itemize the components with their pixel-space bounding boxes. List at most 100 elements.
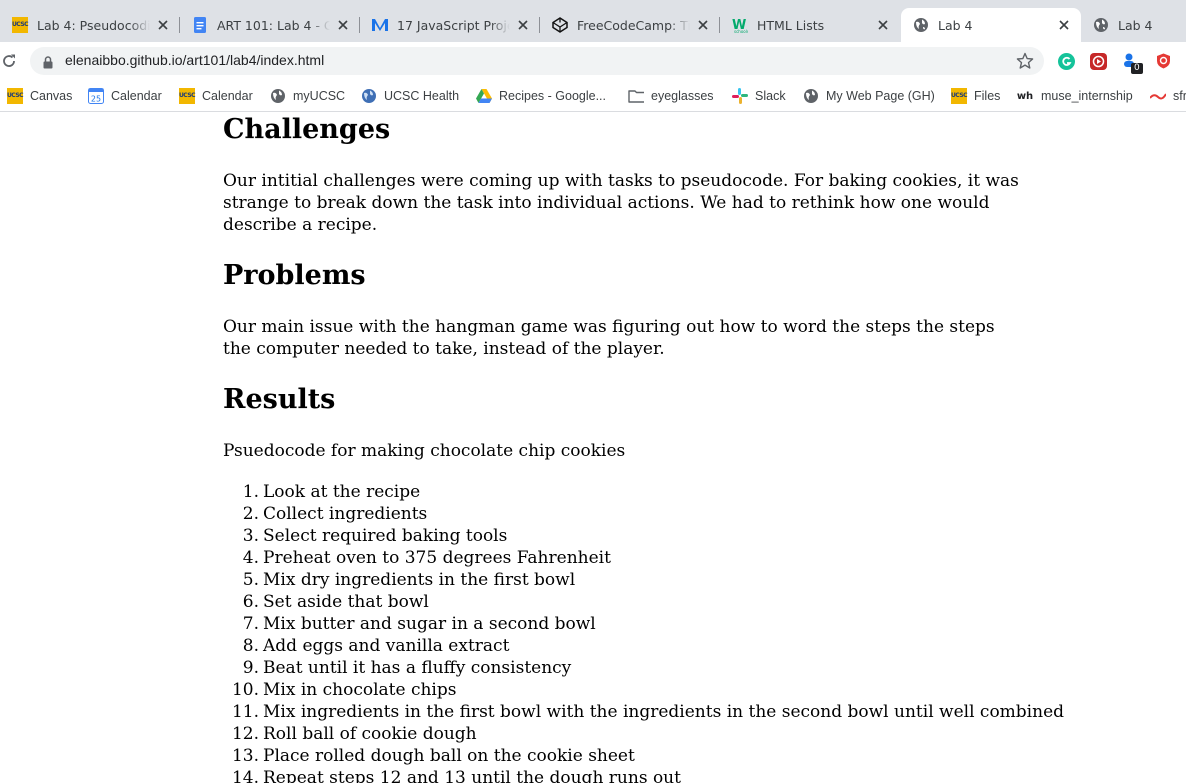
globe-icon <box>361 88 377 104</box>
bookmark-canvas[interactable]: UCSC Canvas <box>7 84 72 108</box>
globe-icon <box>803 88 819 104</box>
list-item-number: 3. <box>242 526 259 546</box>
list-item-text: Look at the recipe <box>263 482 421 502</box>
bookmark-slack[interactable]: Slack <box>732 84 786 108</box>
close-icon[interactable] <box>516 18 530 32</box>
tab-google-docs[interactable]: ART 101: Lab 4 - Google Docs <box>180 8 360 42</box>
svg-text:schools: schools <box>734 29 748 33</box>
bookmark-label: UCSC Health <box>384 89 460 103</box>
list-item-number: 10. <box>231 680 259 700</box>
bookmark-star-icon[interactable] <box>1016 52 1034 74</box>
grammarly-icon[interactable] <box>1058 53 1075 74</box>
close-icon[interactable] <box>876 18 890 32</box>
ucsc-icon: UCSC <box>951 88 968 104</box>
bookmark-label: myUCSC <box>293 89 346 103</box>
list-item-number: 8. <box>242 636 259 656</box>
list-item-text: Set aside that bowl <box>263 592 429 612</box>
list-item-text: Mix dry ingredients in the first bowl <box>263 570 576 590</box>
ucsc-icon: UCSC <box>12 17 29 33</box>
list-item-text: Mix in chocolate chips <box>263 680 457 700</box>
bookmark-label: Recipes - Google... <box>499 89 606 103</box>
globe-icon <box>270 88 286 104</box>
challenges-paragraph: Our intitial challenges were coming up w… <box>223 171 1019 235</box>
extension-red-play-icon[interactable] <box>1090 53 1107 74</box>
bookmark-label: muse_internship <box>1041 89 1133 103</box>
bookmark-my-web-page[interactable]: My Web Page (GH) <box>803 84 935 108</box>
list-item-text: Roll ball of cookie dough <box>263 724 477 744</box>
tab-html-lists[interactable]: Wschools HTML Lists <box>720 8 900 42</box>
ucsc-icon: UCSC <box>179 88 196 104</box>
list-item-number: 7. <box>242 614 259 634</box>
bookmark-sfr[interactable]: sfr <box>1150 84 1186 108</box>
problems-heading: Problems <box>223 260 366 291</box>
tab-lab4[interactable]: Lab 4 <box>1081 8 1186 42</box>
bookmark-myucsc[interactable]: myUCSC <box>270 84 345 108</box>
close-icon[interactable] <box>336 18 350 32</box>
bookmark-folder-eyeglasses[interactable]: eyeglasses <box>628 84 714 108</box>
lock-icon[interactable] <box>43 54 53 73</box>
list-item-number: 9. <box>242 658 259 678</box>
close-icon[interactable] <box>1057 18 1071 32</box>
problems-paragraph: Our main issue with the hangman game was… <box>223 317 995 359</box>
tab-title: HTML Lists <box>757 17 825 33</box>
bookmark-recipes[interactable]: Recipes - Google... <box>476 84 606 108</box>
list-item-number: 14. <box>231 768 259 783</box>
list-item-number: 4. <box>242 548 259 568</box>
tab-title: 17 JavaScript Projects <box>397 17 510 33</box>
slack-icon <box>732 88 748 104</box>
address-bar[interactable]: elenaibbo.github.io/art101/lab4/index.ht… <box>30 47 1044 75</box>
tab-title: Lab 4: Pseudocoding <box>37 17 150 33</box>
google-docs-icon <box>192 17 208 33</box>
list-item: 4. Preheat oven to 375 degrees Fahrenheit <box>223 547 1064 569</box>
bookmark-label: Slack <box>755 89 786 103</box>
list-item: 11. Mix ingredients in the first bowl wit… <box>223 701 1064 723</box>
close-icon[interactable] <box>156 18 170 32</box>
close-icon[interactable] <box>696 18 710 32</box>
tab-freecodecamp[interactable]: FreeCodeCamp: TicTacToe <box>540 8 720 42</box>
page-content: Challenges Our intitial challenges were … <box>0 112 1186 783</box>
globe-icon <box>1093 17 1109 33</box>
folder-icon <box>628 88 644 104</box>
bookmark-label: Calendar <box>202 89 253 103</box>
list-item: 1. Look at the recipe <box>223 481 1064 503</box>
wh-icon: wh <box>1016 90 1034 102</box>
list-item-number: 13. <box>231 746 259 766</box>
google-drive-icon <box>476 88 492 104</box>
bookmark-ucsc-health[interactable]: UCSC Health <box>361 84 459 108</box>
list-item: 7. Mix butter and sugar in a second bowl <box>223 613 1064 635</box>
bookmark-label: My Web Page (GH) <box>826 89 935 103</box>
list-item-number: 2. <box>242 504 259 524</box>
shield-extension-icon[interactable] <box>1156 53 1171 73</box>
cookie-steps-list: 1. Look at the recipe 2. Collect ingredient… <box>223 481 1064 783</box>
bookmark-ucsc-calendar[interactable]: UCSC Calendar <box>179 84 253 108</box>
list-item-text: Preheat oven to 375 degrees Fahrenheit <box>263 548 611 568</box>
codepen-icon <box>552 17 568 33</box>
list-item-number: 11. <box>231 702 259 722</box>
bookmarks-bar: UCSC Canvas 25 Calendar UCSC Calendar my… <box>0 80 1186 112</box>
reload-icon[interactable] <box>1 53 17 73</box>
tab-lab4-active[interactable]: Lab 4 <box>901 8 1081 42</box>
list-item: 9. Beat until it has a fluffy consistency <box>223 657 1064 679</box>
bookmark-files[interactable]: UCSC Files <box>951 84 1000 108</box>
ucsc-icon: UCSC <box>7 88 24 104</box>
tab-lab4-pseudocoding[interactable]: UCSC Lab 4: Pseudocoding <box>0 8 180 42</box>
medium-icon <box>372 17 388 33</box>
list-item-text: Repeat steps 12 and 13 until the dough r… <box>263 768 681 783</box>
list-item-text: Collect ingredients <box>263 504 428 524</box>
bookmark-google-calendar[interactable]: 25 Calendar <box>88 84 162 108</box>
tab-title: Lab 4 <box>938 17 973 33</box>
red-icon <box>1150 88 1166 104</box>
tab-strip: UCSC Lab 4: Pseudocoding ART 101: Lab 4 … <box>0 0 1186 42</box>
tab-javascript-projects[interactable]: 17 JavaScript Projects <box>360 8 540 42</box>
list-item-text: Select required baking tools <box>263 526 508 546</box>
extension-badge-icon[interactable]: 0 <box>1122 52 1144 76</box>
results-intro: Psuedocode for making chocolate chip coo… <box>223 441 626 461</box>
list-item: 14. Repeat steps 12 and 13 until the doug… <box>223 767 1064 783</box>
list-item: 10. Mix in chocolate chips <box>223 679 1064 701</box>
bookmark-label: sfr <box>1173 89 1186 103</box>
list-item: 2. Collect ingredients <box>223 503 1064 525</box>
list-item-text: Mix ingredients in the first bowl with t… <box>263 702 1065 722</box>
bookmark-muse-internship[interactable]: wh muse_internship <box>1016 84 1133 108</box>
list-item-number: 5. <box>242 570 259 590</box>
results-heading: Results <box>223 384 336 415</box>
